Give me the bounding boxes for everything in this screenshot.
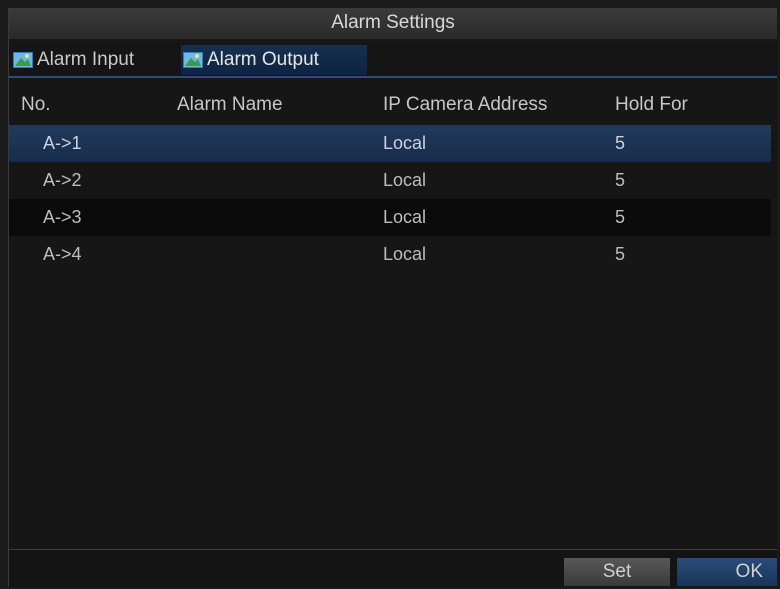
footer-bar: Set OK: [9, 550, 777, 587]
alarm-output-list: A->1 Local 5 A->2 Local 5 A->3 Local 5 A…: [9, 125, 777, 273]
row-no: A->2: [43, 170, 82, 190]
row-hold-for: 5: [615, 133, 626, 153]
column-header-hold-for: Hold For: [615, 94, 688, 115]
row-hold-for: 5: [615, 170, 626, 190]
alarm-output-icon: [183, 52, 203, 68]
row-ip-camera-address: Local: [383, 133, 427, 153]
alarm-settings-window: Alarm Settings Alarm Input Alarm Output …: [8, 8, 777, 587]
table-header: No. Alarm Name IP Camera Address Hold Fo…: [9, 85, 777, 125]
tab-alarm-output[interactable]: Alarm Output: [181, 45, 367, 75]
row-hold-for: 5: [615, 244, 626, 264]
row-ip-camera-address: Local: [383, 207, 427, 227]
ok-button[interactable]: OK: [677, 558, 777, 586]
tab-bar: Alarm Input Alarm Output: [9, 43, 777, 79]
alarm-input-icon: [13, 52, 33, 68]
row-no: A->1: [43, 133, 82, 153]
set-button[interactable]: Set: [564, 558, 670, 586]
row-no: A->4: [43, 244, 82, 264]
row-ip-camera-address: Local: [383, 170, 427, 190]
window-title: Alarm Settings: [9, 9, 777, 39]
table-row[interactable]: A->2 Local 5: [9, 162, 771, 199]
tab-alarm-input-label: Alarm Input: [37, 49, 135, 70]
tab-alarm-input[interactable]: Alarm Input: [11, 45, 179, 75]
tab-alarm-output-label: Alarm Output: [207, 49, 319, 70]
table-row[interactable]: A->4 Local 5: [9, 236, 771, 273]
column-header-no: No.: [21, 94, 51, 115]
row-no: A->3: [43, 207, 82, 227]
row-hold-for: 5: [615, 207, 626, 227]
row-ip-camera-address: Local: [383, 244, 427, 264]
table-row[interactable]: A->3 Local 5: [9, 199, 771, 236]
column-header-alarm-name: Alarm Name: [177, 94, 283, 115]
column-header-ip-camera-address: IP Camera Address: [383, 94, 548, 115]
tab-underline: [9, 76, 777, 78]
table-row[interactable]: A->1 Local 5: [9, 125, 771, 162]
